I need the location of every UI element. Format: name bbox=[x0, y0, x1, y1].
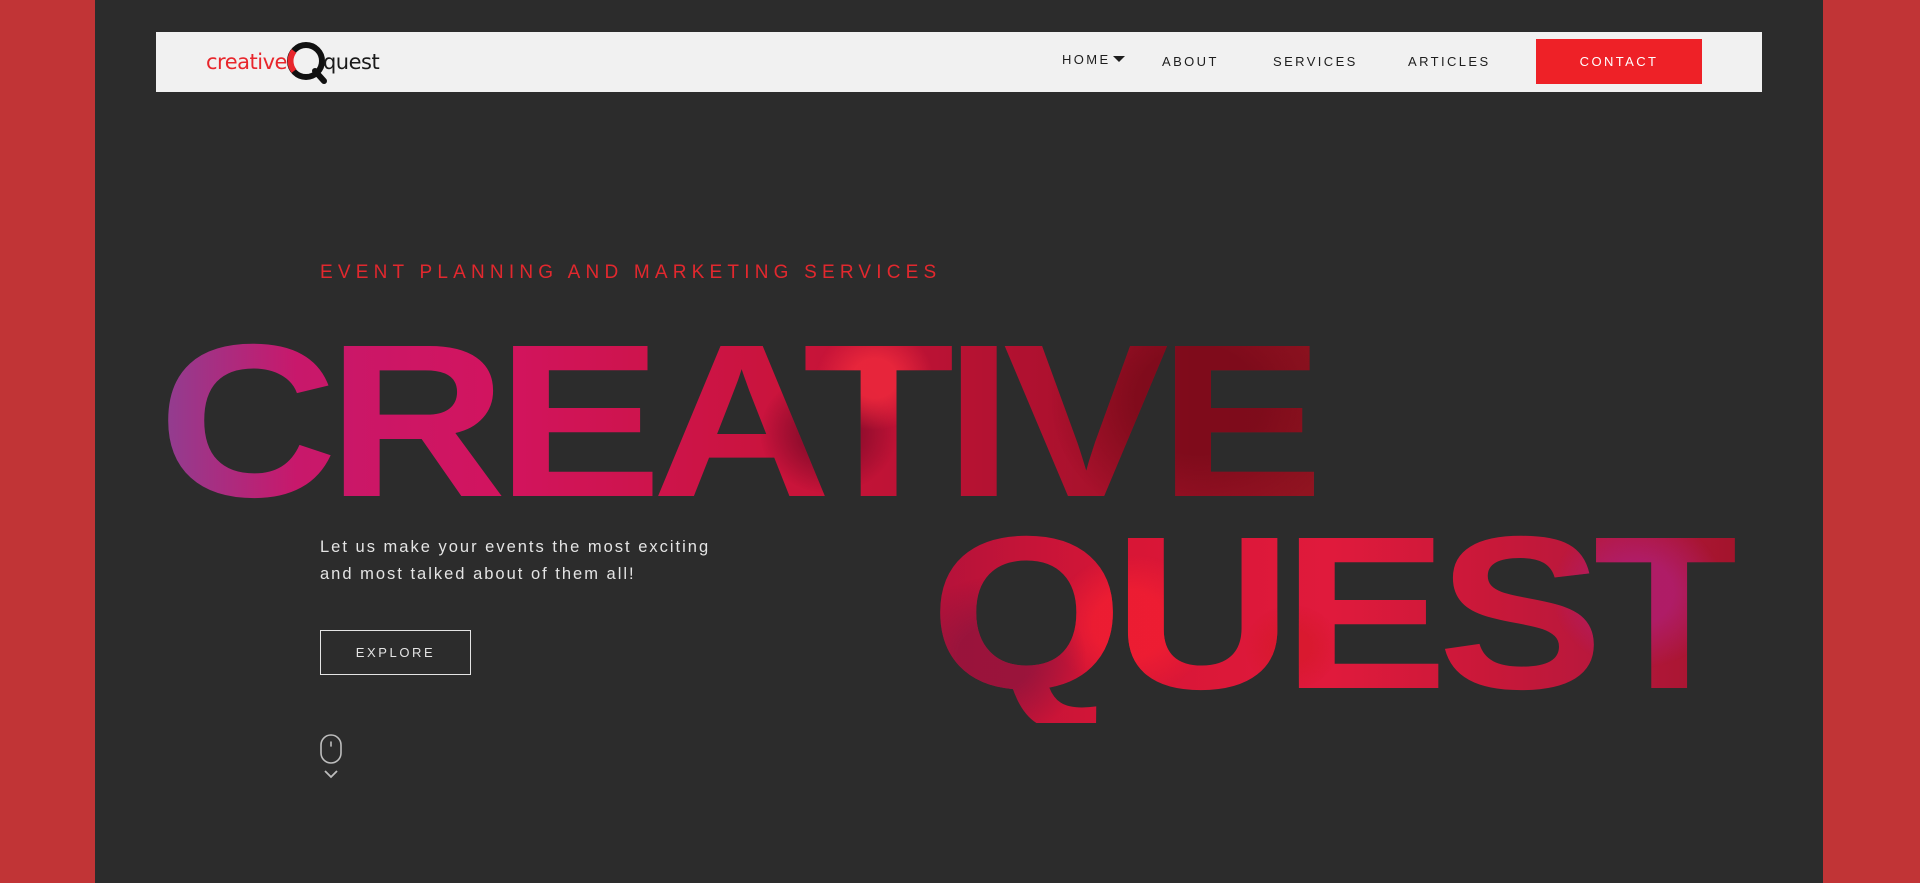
nav-item-about[interactable]: ABOUT bbox=[1162, 54, 1219, 69]
hero-tagline-line-2: and most talked about of them all! bbox=[320, 565, 636, 583]
hero-tagline: Let us make your events the most excitin… bbox=[320, 534, 740, 588]
nav-item-home-label: HOME bbox=[1062, 52, 1111, 67]
main-nav: HOME ABOUT SERVICES ARTICLES bbox=[156, 32, 1762, 92]
mouse-scroll-icon[interactable] bbox=[320, 734, 342, 784]
nav-item-services[interactable]: SERVICES bbox=[1273, 54, 1358, 69]
contact-button[interactable]: CONTACT bbox=[1536, 39, 1702, 84]
explore-button[interactable]: EXPLORE bbox=[320, 630, 471, 675]
nav-item-home[interactable]: HOME bbox=[1062, 52, 1125, 67]
caret-down-icon bbox=[1112, 56, 1125, 62]
page-container: creative quest HOME ABOUT SERVICES ARTIC… bbox=[95, 0, 1823, 883]
hero-tagline-line-1: Let us make your events the most excitin… bbox=[320, 538, 711, 556]
nav-item-articles[interactable]: ARTICLES bbox=[1408, 54, 1491, 69]
navbar: creative quest HOME ABOUT SERVICES ARTIC… bbox=[156, 32, 1762, 92]
hero-eyebrow: EVENT PLANNING AND MARKETING SERVICES bbox=[320, 262, 942, 283]
hero-title-quest: QUEST bbox=[930, 492, 1735, 735]
